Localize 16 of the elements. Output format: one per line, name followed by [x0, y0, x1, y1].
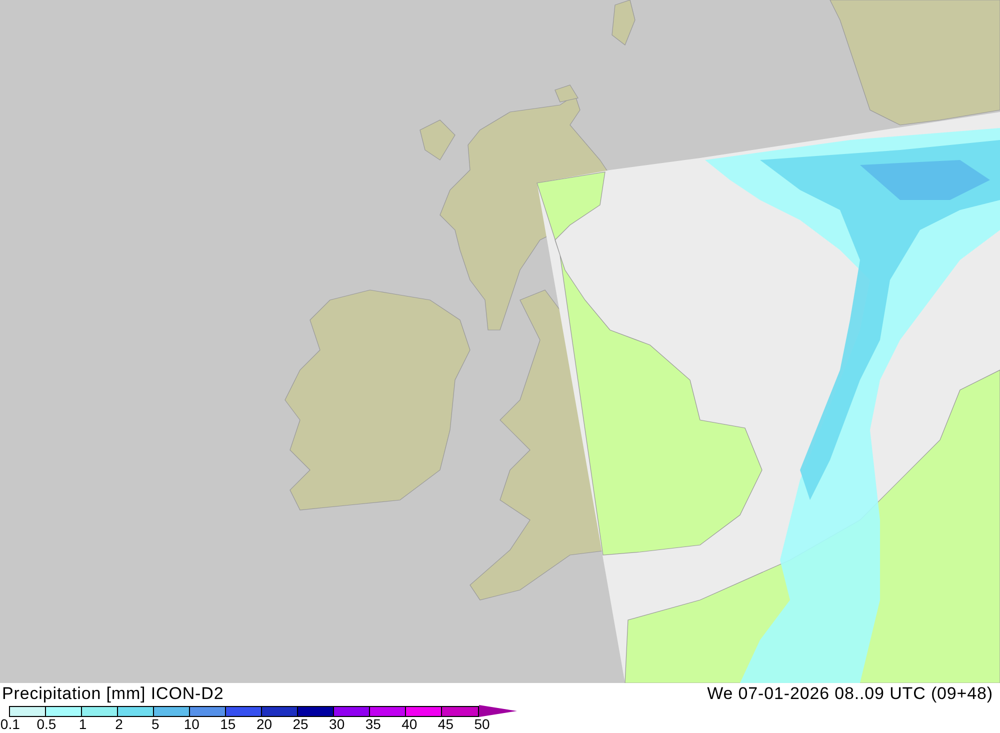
legend-label: 0.1: [0, 717, 21, 732]
legend-label: 30: [328, 717, 346, 732]
legend-label: 5: [150, 717, 160, 732]
valid-time: We 07-01-2026 08..09 UTC (09+48): [707, 683, 994, 705]
legend-label: 50: [473, 717, 491, 732]
legend-label: 35: [364, 717, 382, 732]
legend-label: 0.5: [36, 717, 58, 732]
legend-label: 40: [400, 717, 418, 732]
map-title: Precipitation [mm] ICON-D2: [2, 683, 224, 705]
legend-label: 20: [255, 717, 274, 732]
legend-label: 15: [219, 717, 237, 732]
legend-label: 10: [182, 717, 200, 732]
legend-label: 1: [78, 717, 88, 732]
legend-label: 45: [436, 717, 454, 732]
legend-label: 2: [114, 717, 124, 732]
legend-label: 25: [292, 717, 310, 732]
